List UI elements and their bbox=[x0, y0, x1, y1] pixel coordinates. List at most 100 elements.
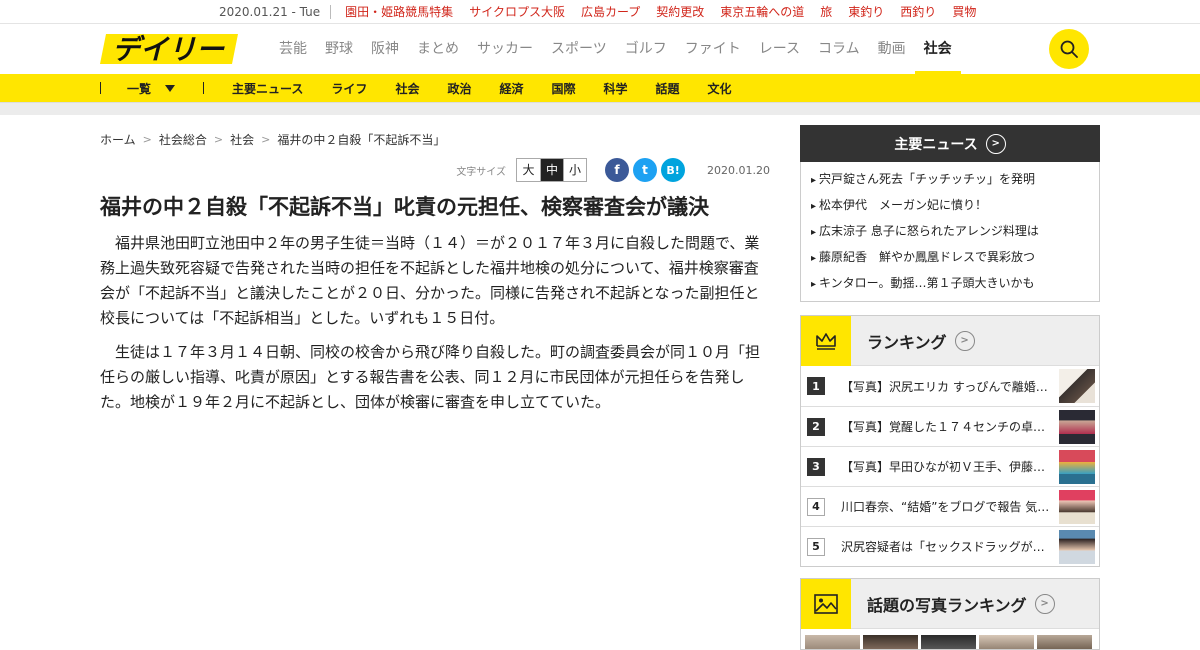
main-news-link[interactable]: 松本伊代 メーガン妃に憤り！ bbox=[819, 198, 987, 212]
rank-number: 4 bbox=[807, 497, 825, 516]
rank-number: 5 bbox=[807, 537, 825, 556]
ichiran-dropdown[interactable]: 一覧 bbox=[127, 80, 176, 97]
rank-thumbnail bbox=[1059, 489, 1095, 524]
nav-item-sports[interactable]: スポーツ bbox=[542, 24, 616, 74]
ranking-item[interactable]: 1 【写真】沢尻エリカ すっぴんで離婚… bbox=[801, 366, 1099, 406]
topbar-link[interactable]: 買物 bbox=[952, 3, 976, 20]
topbar-link[interactable]: 東京五輪への道 bbox=[720, 3, 804, 20]
breadcrumb-item[interactable]: ホーム bbox=[100, 131, 136, 148]
article-paragraph: 生徒は１７年３月１４日朝、同校の校舎から飛び降り自殺した。町の調査委員会が同１０… bbox=[100, 343, 761, 411]
rank-text: 川口春奈、“結婚”をブログで報告 気に… bbox=[841, 500, 1056, 514]
nav-item-soccer[interactable]: サッカー bbox=[468, 24, 542, 74]
subnav-item[interactable]: 科学 bbox=[604, 80, 628, 97]
font-size-medium-button[interactable]: 中 bbox=[540, 159, 564, 181]
main-news-item[interactable]: キンタロー。動揺…第１子頭大きいかも bbox=[811, 271, 1099, 297]
rank-text: 【写真】早田ひなが初Ｖ王手、伊藤美… bbox=[841, 460, 1056, 474]
facebook-share-icon[interactable]: f bbox=[605, 158, 630, 182]
nav-item-race[interactable]: レース bbox=[750, 24, 809, 74]
main-news-header[interactable]: 主要ニュース > bbox=[800, 125, 1100, 162]
main-news-link[interactable]: 宍戸錠さん死去「チッチッチッ」を発明 bbox=[819, 172, 1035, 186]
nav-item-shakai[interactable]: 社会 bbox=[914, 24, 961, 74]
ranking-item[interactable]: 2 【写真】覚醒した１７４センチの卓球… bbox=[801, 406, 1099, 446]
nav-item-yakyu[interactable]: 野球 bbox=[316, 24, 362, 74]
rank-thumbnail bbox=[1059, 449, 1095, 484]
subnav-item[interactable]: 文化 bbox=[708, 80, 732, 97]
nav-item-golf[interactable]: ゴルフ bbox=[616, 24, 676, 74]
publish-date: 2020.01.20 bbox=[707, 163, 770, 177]
ranking-box: ランキング > 1 【写真】沢尻エリカ すっぴんで離婚… 2 【写真】覚醒した１… bbox=[800, 315, 1100, 567]
photo-thumbnail[interactable] bbox=[979, 635, 1034, 649]
topbar-link[interactable]: 東釣り bbox=[848, 3, 884, 20]
main-news-box: 主要ニュース > 宍戸錠さん死去「チッチッチッ」を発明 松本伊代 メーガン妃に憤… bbox=[800, 125, 1100, 302]
site-logo[interactable]: デイリー bbox=[100, 32, 240, 66]
breadcrumb: ホーム > 社会総合 > 社会 > 福井の中２自殺「不起訴不当」 bbox=[100, 125, 770, 153]
main-news-link[interactable]: キンタロー。動揺…第１子頭大きいかも bbox=[819, 276, 1035, 290]
logo-icon: デイリー bbox=[100, 33, 238, 66]
nav-item-hanshin[interactable]: 阪神 bbox=[362, 24, 408, 74]
topbar-link[interactable]: 契約更改 bbox=[656, 3, 704, 20]
subnav-item[interactable]: 政治 bbox=[447, 80, 471, 97]
topbar-link[interactable]: サイクロプス大阪 bbox=[469, 3, 565, 20]
rank-number: 1 bbox=[807, 377, 825, 395]
photo-thumbnail[interactable] bbox=[1037, 635, 1092, 649]
main-news-list: 宍戸錠さん死去「チッチッチッ」を発明 松本伊代 メーガン妃に憤り！ 広末涼子 息… bbox=[800, 162, 1100, 302]
subnav-item[interactable]: 主要ニュース bbox=[232, 80, 303, 97]
ranking-item[interactable]: 3 【写真】早田ひなが初Ｖ王手、伊藤美… bbox=[801, 446, 1099, 486]
breadcrumb-item[interactable]: 社会 bbox=[230, 131, 254, 148]
search-button[interactable] bbox=[1049, 29, 1089, 69]
subnav-item[interactable]: 経済 bbox=[499, 80, 523, 97]
rank-text: 【写真】覚醒した１７４センチの卓球… bbox=[841, 420, 1056, 434]
main-news-item[interactable]: 宍戸錠さん死去「チッチッチッ」を発明 bbox=[811, 167, 1099, 193]
font-size-large-button[interactable]: 大 bbox=[517, 159, 541, 181]
ichiran-label: 一覧 bbox=[127, 81, 152, 96]
subnav-item[interactable]: ライフ bbox=[331, 80, 367, 97]
twitter-share-icon[interactable]: t bbox=[633, 158, 658, 182]
font-size-small-button[interactable]: 小 bbox=[563, 159, 587, 181]
nav-item-matome[interactable]: まとめ bbox=[408, 24, 468, 74]
article-body: 福井県池田町立池田中２年の男子生徒＝当時（１４）＝が２０１７年３月に自殺した問題… bbox=[100, 231, 770, 415]
font-size-label: 文字サイズ bbox=[456, 166, 507, 178]
photo-thumbnail[interactable] bbox=[805, 635, 860, 649]
rank-number: 3 bbox=[807, 457, 825, 476]
current-date: 2020.01.21 - Tue bbox=[219, 4, 332, 19]
article-meta: 文字サイズ 大 中 小 f t B! 2020.01.20 bbox=[100, 157, 770, 183]
ranking-item[interactable]: 5 沢尻容疑者は「セックスドラッグが多… bbox=[801, 526, 1099, 566]
breadcrumb-current: 福井の中２自殺「不起訴不当」 bbox=[277, 132, 446, 147]
crown-icon bbox=[801, 315, 851, 366]
subnav-item[interactable]: 国際 bbox=[551, 80, 575, 97]
main-news-link[interactable]: 藤原紀香 鮮やか鳳凰ドレスで異彩放つ bbox=[819, 250, 1035, 264]
main-news-item[interactable]: 松本伊代 メーガン妃に憤り！ bbox=[811, 193, 1099, 219]
main-news-link[interactable]: 広末涼子 息子に怒られたアレンジ料理は bbox=[819, 224, 1039, 238]
main-news-item[interactable]: 藤原紀香 鮮やか鳳凰ドレスで異彩放つ bbox=[811, 245, 1099, 271]
rank-number: 2 bbox=[807, 417, 825, 436]
topbar-link[interactable]: 広島カープ bbox=[581, 3, 640, 20]
topbar-link[interactable]: 旅 bbox=[820, 3, 832, 20]
rank-text: 沢尻容疑者は「セックスドラッグが多… bbox=[841, 540, 1056, 554]
chevron-right-icon: > bbox=[1034, 593, 1055, 614]
topbar-link[interactable]: 西釣り bbox=[900, 3, 936, 20]
sub-nav: 一覧 主要ニュース ライフ 社会 政治 経済 国際 科学 話題 文化 bbox=[0, 74, 1200, 102]
main-nav: 芸能 野球 阪神 まとめ サッカー スポーツ ゴルフ ファイト レース コラム … bbox=[270, 24, 961, 74]
rank-thumbnail bbox=[1059, 529, 1095, 564]
nav-item-fight[interactable]: ファイト bbox=[676, 24, 750, 74]
ranking-header[interactable]: ランキング > bbox=[801, 315, 1099, 366]
divider bbox=[100, 82, 101, 94]
chevron-right-icon: > bbox=[142, 132, 152, 146]
breadcrumb-item[interactable]: 社会総合 bbox=[159, 131, 207, 148]
ranking-item[interactable]: 4 川口春奈、“結婚”をブログで報告 気に… bbox=[801, 486, 1099, 526]
article-headline: 福井の中２自殺「不起訴不当」叱責の元担任、検察審査会が議決 bbox=[100, 195, 709, 219]
topbar-link[interactable]: 園田・姫路競馬特集 bbox=[345, 3, 453, 20]
photo-ranking-header[interactable]: 話題の写真ランキング > bbox=[801, 578, 1099, 629]
triangle-down-icon bbox=[165, 84, 176, 92]
nav-item-video[interactable]: 動画 bbox=[869, 24, 915, 74]
nav-item-column[interactable]: コラム bbox=[809, 24, 869, 74]
subnav-item[interactable]: 社会 bbox=[395, 80, 419, 97]
main-news-item[interactable]: 広末涼子 息子に怒られたアレンジ料理は bbox=[811, 219, 1099, 245]
hatena-bookmark-icon[interactable]: B! bbox=[661, 158, 686, 182]
nav-item-geino[interactable]: 芸能 bbox=[270, 24, 316, 74]
chevron-right-icon: > bbox=[954, 330, 975, 351]
photo-thumbnail[interactable] bbox=[921, 635, 976, 649]
subnav-item[interactable]: 話題 bbox=[656, 80, 680, 97]
photo-thumbnail[interactable] bbox=[863, 635, 918, 649]
search-icon bbox=[1060, 40, 1078, 58]
